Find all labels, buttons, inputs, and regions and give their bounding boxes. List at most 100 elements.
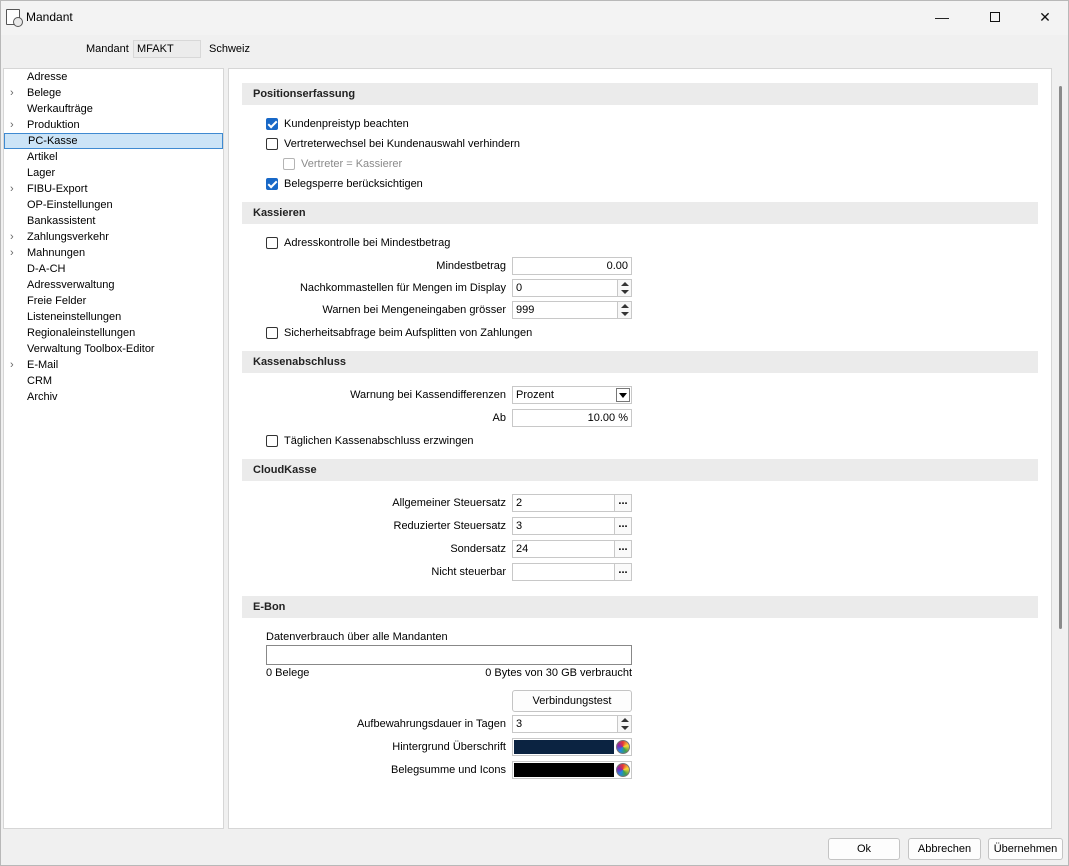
mindestbetrag-input[interactable]: 0.00 (512, 257, 632, 275)
tree-item-label: Listeneinstellungen (27, 311, 122, 323)
kundenpreistyp-label: Kundenpreistyp beachten (284, 118, 409, 130)
tree-item-label: PC-Kasse (28, 135, 78, 147)
warnung-select[interactable]: Prozent (512, 386, 632, 404)
vertreterwechsel-checkbox[interactable]: Vertreterwechsel bei Kundenauswahl verhi… (266, 136, 520, 152)
taeglich-label: Täglichen Kassenabschluss erzwingen (284, 435, 474, 447)
belegsumme-color-field[interactable] (512, 761, 632, 779)
settings-tree: Adresse › Belege Werkaufträge › Produktion PC-… (3, 68, 224, 829)
allgemein-picker-button[interactable]: ... (614, 495, 631, 511)
tree-item-verwaltung-toolbox-editor[interactable]: Verwaltung Toolbox-Editor (4, 341, 223, 357)
aufbewahrung-value: 3 (516, 718, 523, 730)
aufbewahrung-input[interactable]: 3 (512, 715, 632, 733)
chevron-right-icon[interactable]: › (10, 117, 14, 133)
tree-item-regionaleinstellungen[interactable]: Regionaleinstellungen (4, 325, 223, 341)
belegsumme-label: Belegsumme und Icons (391, 764, 506, 776)
adresskontrolle-label: Adresskontrolle bei Mindestbetrag (284, 237, 451, 249)
color-picker-icon[interactable] (616, 740, 630, 754)
nicht-steuerbar-picker-button[interactable]: ... (614, 564, 631, 580)
bytes-used: 0 Bytes von 30 GB verbraucht (485, 667, 632, 679)
close-button[interactable]: ✕ (1022, 1, 1068, 33)
checkbox-box (266, 118, 278, 130)
tree-item-adresse[interactable]: Adresse (4, 69, 223, 85)
tree-item-pc-kasse[interactable]: PC-Kasse (4, 133, 223, 149)
ok-button[interactable]: Ok (828, 838, 900, 860)
warnen-value: 999 (516, 304, 535, 316)
chevron-down-icon[interactable] (616, 388, 630, 402)
belegsumme-color-swatch (514, 763, 614, 777)
tree-item-label: E-Mail (27, 359, 59, 371)
tree-item-archiv[interactable]: Archiv (4, 389, 223, 405)
tree-item-d-a-ch[interactable]: D-A-CH (4, 261, 223, 277)
reduziert-picker-button[interactable]: ... (614, 518, 631, 534)
minimize-button[interactable]: — (919, 1, 965, 33)
tree-item-belege[interactable]: › Belege (4, 85, 223, 101)
tree-item-e-mail[interactable]: › E-Mail (4, 357, 223, 373)
tree-item-label: D-A-CH (27, 263, 66, 275)
sondersatz-input[interactable]: 24 ... (512, 540, 632, 558)
nachkommastellen-label: Nachkommastellen für Mengen im Display (299, 282, 506, 294)
tree-item-label: Belege (27, 87, 62, 99)
tree-item-crm[interactable]: CRM (4, 373, 223, 389)
title-bar: Mandant — ✕ (1, 1, 1068, 35)
tree-item-label: Lager (27, 167, 56, 179)
sondersatz-picker-button[interactable]: ... (614, 541, 631, 557)
maximize-icon (990, 12, 1000, 22)
datenverbrauch-label: Datenverbrauch über alle Mandanten (266, 631, 448, 643)
adresskontrolle-checkbox[interactable]: Adresskontrolle bei Mindestbetrag (266, 235, 450, 251)
tree-item-produktion[interactable]: › Produktion (4, 117, 223, 133)
tree-item-zahlungsverkehr[interactable]: › Zahlungsverkehr (4, 229, 223, 245)
warnen-label: Warnen bei Mengeneingaben grösser (322, 304, 506, 316)
tree-item-label: CRM (27, 375, 53, 387)
nachkommastellen-value: 0 (516, 282, 523, 294)
tree-item-op-einstellungen[interactable]: OP-Einstellungen (4, 197, 223, 213)
belegsperre-checkbox[interactable]: Belegsperre berücksichtigen (266, 176, 423, 192)
tree-item-label: Mahnungen (27, 247, 86, 259)
mandant-label: Mandant (86, 43, 129, 55)
tree-item-listeneinstellungen[interactable]: Listeneinstellungen (4, 309, 223, 325)
dialog-window: Mandant — ✕ Mandant MFAKT Schweiz Adress… (0, 0, 1069, 866)
hintergrund-color-swatch (514, 740, 614, 754)
checkbox-box (266, 435, 278, 447)
tree-item-adressverwaltung[interactable]: Adressverwaltung (4, 277, 223, 293)
tree-item-bankassistent[interactable]: Bankassistent (4, 213, 223, 229)
section-kassenabschluss: Kassenabschluss (242, 351, 1038, 373)
chevron-right-icon[interactable]: › (10, 181, 14, 197)
aufbewahrung-spinner[interactable] (617, 716, 631, 732)
nicht-steuerbar-input[interactable]: ... (512, 563, 632, 581)
mandant-code-field: MFAKT (133, 40, 201, 58)
apply-button[interactable]: Übernehmen (988, 838, 1063, 860)
nachkommastellen-spinner[interactable] (617, 280, 631, 296)
allgemein-input[interactable]: 2 ... (512, 494, 632, 512)
sicherheitsabfrage-checkbox[interactable]: Sicherheitsabfrage beim Aufsplitten von … (266, 325, 532, 341)
maximize-button[interactable] (972, 1, 1018, 33)
tree-item-freie-felder[interactable]: Freie Felder (4, 293, 223, 309)
tree-item-mahnungen[interactable]: › Mahnungen (4, 245, 223, 261)
app-icon (6, 9, 23, 27)
warnung-label: Warnung bei Kassendifferenzen (350, 389, 506, 401)
nachkommastellen-input[interactable]: 0 (512, 279, 632, 297)
reduziert-input[interactable]: 3 ... (512, 517, 632, 535)
warnen-spinner[interactable] (617, 302, 631, 318)
scrollbar-thumb[interactable] (1059, 86, 1062, 629)
chevron-right-icon[interactable]: › (10, 85, 14, 101)
hintergrund-color-field[interactable] (512, 738, 632, 756)
warnen-input[interactable]: 999 (512, 301, 632, 319)
tree-item-lager[interactable]: Lager (4, 165, 223, 181)
section-positionserfassung: Positionserfassung (242, 83, 1038, 105)
ab-label: Ab (492, 412, 506, 424)
chevron-right-icon[interactable]: › (10, 357, 14, 373)
tree-item-artikel[interactable]: Artikel (4, 149, 223, 165)
checkbox-box (266, 327, 278, 339)
vertical-scrollbar[interactable] (1054, 68, 1068, 829)
chevron-right-icon[interactable]: › (10, 229, 14, 245)
taeglich-checkbox[interactable]: Täglichen Kassenabschluss erzwingen (266, 433, 474, 449)
chevron-right-icon[interactable]: › (10, 245, 14, 261)
tree-item-werkauftr-ge[interactable]: Werkaufträge (4, 101, 223, 117)
verbindungstest-button[interactable]: Verbindungstest (512, 690, 632, 712)
ab-input[interactable]: 10.00 % (512, 409, 632, 427)
color-picker-icon[interactable] (616, 763, 630, 777)
allgemein-label: Allgemeiner Steuersatz (392, 497, 506, 509)
cancel-button[interactable]: Abbrechen (908, 838, 981, 860)
kundenpreistyp-checkbox[interactable]: Kundenpreistyp beachten (266, 116, 409, 132)
tree-item-fibu-export[interactable]: › FIBU-Export (4, 181, 223, 197)
